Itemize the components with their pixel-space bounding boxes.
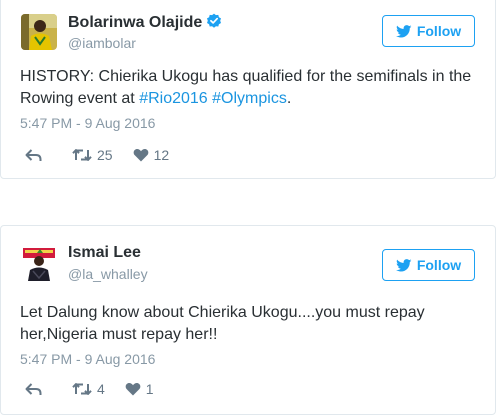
- reply-icon: [25, 149, 42, 161]
- author-name[interactable]: Bolarinwa Olajide: [68, 13, 222, 32]
- reply-button[interactable]: [25, 148, 42, 162]
- tweet-actions: 25 12: [25, 146, 169, 164]
- avatar[interactable]: [21, 245, 57, 281]
- follow-button-label: Follow: [416, 23, 462, 39]
- verified-badge-icon: [206, 13, 222, 29]
- twitter-bird-icon: [395, 24, 412, 37]
- retweet-count: 25: [97, 147, 113, 163]
- retweet-icon: [72, 149, 92, 161]
- author-handle[interactable]: @la_whalley: [68, 266, 148, 282]
- tweet-timestamp[interactable]: 5:47 PM - 9 Aug 2016: [20, 115, 155, 131]
- author-handle[interactable]: @iambolar: [68, 35, 136, 51]
- avatar-photo: [21, 245, 57, 281]
- like-count: 1: [145, 381, 154, 397]
- tweet-actions: 4 1: [25, 380, 154, 398]
- retweet-button[interactable]: 4: [72, 380, 105, 398]
- tweet-timestamp[interactable]: 5:47 PM - 9 Aug 2016: [20, 351, 155, 367]
- heart-icon: [125, 382, 141, 396]
- reply-icon: [25, 383, 42, 395]
- like-button[interactable]: 12: [133, 146, 170, 164]
- avatar[interactable]: [21, 14, 57, 50]
- retweet-icon: [72, 383, 92, 395]
- tweet-card: Ismai Lee @la_whalley Follow Let Dalung …: [0, 225, 496, 415]
- avatar-photo: [21, 14, 57, 50]
- hashtag-link[interactable]: #Rio2016: [139, 90, 208, 107]
- tweet-text-end: .: [286, 90, 292, 107]
- hashtag-link[interactable]: #Olympics: [212, 90, 287, 107]
- retweet-button[interactable]: 25: [72, 146, 113, 164]
- heart-icon: [133, 148, 148, 162]
- tweet-text: HISTORY: Chierika Ukogu has qualified fo…: [20, 66, 480, 110]
- follow-button[interactable]: Follow: [382, 249, 475, 281]
- follow-button[interactable]: Follow: [382, 15, 475, 47]
- reply-button[interactable]: [25, 382, 42, 396]
- like-count: 12: [153, 147, 170, 163]
- like-button[interactable]: 1: [125, 380, 154, 398]
- twitter-bird-icon: [395, 258, 412, 271]
- retweet-count: 4: [97, 381, 105, 397]
- author-name-text[interactable]: Bolarinwa Olajide: [68, 14, 202, 31]
- tweet-card: Bolarinwa Olajide @iambolar Follow HISTO…: [0, 0, 496, 179]
- tweet-text: Let Dalung know about Chierika Ukogu....…: [20, 304, 425, 343]
- follow-button-label: Follow: [416, 257, 462, 273]
- author-name[interactable]: Ismai Lee: [68, 244, 141, 262]
